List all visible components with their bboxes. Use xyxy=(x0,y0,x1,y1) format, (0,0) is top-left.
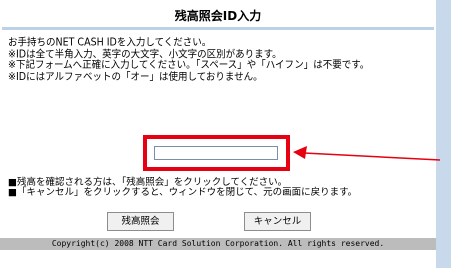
page-title: 残高照会ID入力 xyxy=(174,9,262,23)
note-line: ■「キャンセル」をクリックすると、ウィンドウを閉じて、元の画面に戻ります。 xyxy=(8,187,358,198)
input-highlight-box xyxy=(143,135,290,171)
right-edge-strip xyxy=(436,0,451,268)
instruction-line: お手持ちのNET CASH IDを入力してください。 xyxy=(8,36,212,49)
notes-block: ■残高を確認される方は、「残高照会」をクリックしてください。 ■「キャンセル」を… xyxy=(8,178,436,198)
main-panel: 残高照会ID入力 お手持ちのNET CASH IDを入力してください。 ※IDは… xyxy=(0,0,436,268)
instruction-line: ※下記フォームへ正確に入力してください。「スペース」や「ハイフン」は不要です。 xyxy=(8,59,370,72)
balance-inquiry-button[interactable]: 残高照会 xyxy=(107,212,174,231)
copyright-footer: Copyright(c) 2008 NTT Card Solution Corp… xyxy=(0,238,436,250)
instructions-block: お手持ちのNET CASH IDを入力してください。 ※IDは全て半角入力、英字… xyxy=(8,36,433,83)
button-row: 残高照会 キャンセル xyxy=(0,212,436,232)
instruction-line: ※IDにはアルファベットの「オー」は使用しておりません。 xyxy=(8,70,263,83)
cancel-button[interactable]: キャンセル xyxy=(244,212,311,231)
title-divider xyxy=(2,27,434,30)
